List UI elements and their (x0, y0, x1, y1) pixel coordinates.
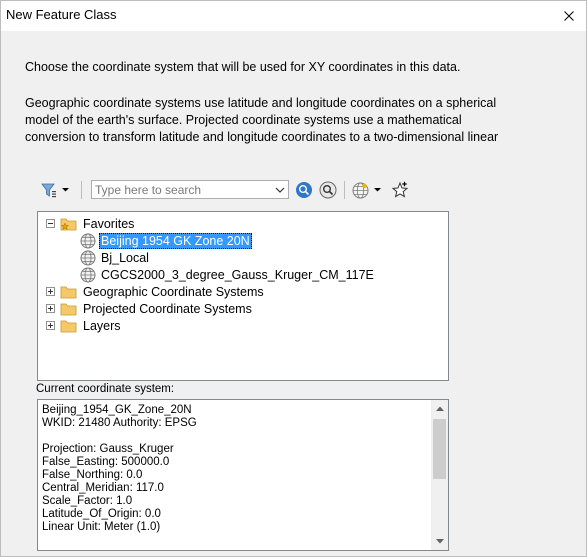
detail-line: Scale_Factor: 1.0 (42, 495, 133, 507)
favorites-folder-icon (60, 218, 77, 230)
tree-node-projected[interactable]: Projected Coordinate Systems (46, 300, 254, 317)
tree-label: Bj_Local (101, 250, 149, 265)
expand-toggle[interactable] (46, 287, 55, 296)
tree-node-beijing-1954[interactable]: Beijing 1954 GK Zone 20N (80, 232, 252, 249)
description-text: Geographic coordinate systems use latitu… (25, 95, 545, 146)
tree-label: Layers (83, 318, 121, 333)
tree-label: Geographic Coordinate Systems (83, 284, 264, 299)
description-line: model of the earth's surface. Projected … (25, 113, 462, 127)
chevron-up-icon (435, 406, 444, 411)
detail-line: WKID: 21480 Authority: EPSG (42, 417, 197, 429)
description-line: Geographic coordinate systems use latitu… (25, 96, 497, 110)
scroll-thumb[interactable] (433, 419, 446, 479)
filter-icon (40, 183, 56, 198)
tree-node-geographic[interactable]: Geographic Coordinate Systems (46, 283, 266, 300)
tree-node-bj-local[interactable]: Bj_Local (80, 249, 151, 266)
tree-node-favorites[interactable]: Favorites (46, 215, 136, 232)
search-input[interactable] (92, 181, 276, 198)
current-coordinate-system-label: Current coordinate system: (36, 383, 175, 395)
description-line: conversion to transform latitude and lon… (25, 130, 499, 144)
detail-line: Central_Meridian: 117.0 (42, 482, 164, 494)
close-button[interactable] (552, 1, 586, 31)
search-icon (296, 182, 312, 198)
window-title: New Feature Class (6, 7, 117, 22)
search-button[interactable] (293, 179, 315, 201)
coordinate-toolbar (37, 179, 457, 203)
close-icon (564, 11, 574, 21)
chevron-down-icon (374, 188, 381, 192)
detail-line: False_Northing: 0.0 (42, 469, 143, 481)
search-box[interactable] (91, 180, 289, 199)
chevron-down-icon (275, 187, 284, 193)
add-to-favorites-button[interactable] (389, 179, 411, 201)
tree-node-layers[interactable]: Layers (46, 317, 123, 334)
tree-label: Projected Coordinate Systems (83, 301, 252, 316)
chevron-down-icon (435, 539, 444, 544)
add-coordinate-system-dropdown[interactable] (349, 179, 385, 201)
tree-label: Favorites (83, 216, 135, 231)
globe-icon (80, 267, 96, 282)
tree-label: Beijing 1954 GK Zone 20N (99, 232, 252, 249)
collapse-toggle[interactable] (46, 219, 55, 228)
expand-toggle[interactable] (46, 321, 55, 330)
chevron-down-icon (61, 188, 69, 192)
tree-node-cgcs2000[interactable]: CGCS2000_3_degree_Gauss_Kruger_CM_117E (80, 266, 376, 283)
globe-icon (80, 233, 96, 248)
expand-toggle[interactable] (46, 304, 55, 313)
detail-line: Latitude_Of_Origin: 0.0 (42, 508, 161, 520)
search-dropdown-button[interactable] (271, 181, 288, 198)
dialog-body: Choose the coordinate system that will b… (1, 31, 586, 556)
toolbar-separator (344, 181, 345, 199)
detail-line: Beijing_1954_GK_Zone_20N (42, 404, 192, 416)
title-bar: New Feature Class (1, 1, 586, 31)
globe-icon (80, 250, 96, 265)
detail-line: Projection: Gauss_Kruger (42, 443, 174, 455)
search-spatial-extent-button[interactable] (317, 179, 339, 201)
new-feature-class-dialog: New Feature Class Choose the coordinate … (0, 0, 587, 557)
scroll-up-button[interactable] (431, 400, 448, 417)
current-coordinate-system-details: Beijing_1954_GK_Zone_20N WKID: 21480 Aut… (37, 399, 449, 551)
detail-line: False_Easting: 500000.0 (42, 456, 170, 468)
star-add-icon (391, 181, 409, 198)
globe-search-icon (319, 181, 337, 199)
scroll-down-button[interactable] (431, 533, 448, 550)
toolbar-separator (81, 181, 82, 199)
detail-line: Linear Unit: Meter (1.0) (42, 521, 161, 533)
intro-text: Choose the coordinate system that will b… (25, 60, 461, 74)
folder-icon (60, 303, 77, 315)
coordinate-system-tree[interactable]: Favorites Beijing 1954 GK Zone 20N Bj_Lo… (37, 211, 449, 381)
filter-dropdown-button[interactable] (37, 179, 73, 201)
tree-label: CGCS2000_3_degree_Gauss_Kruger_CM_117E (101, 267, 374, 282)
globe-icon (352, 182, 369, 198)
folder-icon (60, 320, 77, 332)
details-scrollbar[interactable] (431, 400, 448, 550)
folder-icon (60, 286, 77, 298)
